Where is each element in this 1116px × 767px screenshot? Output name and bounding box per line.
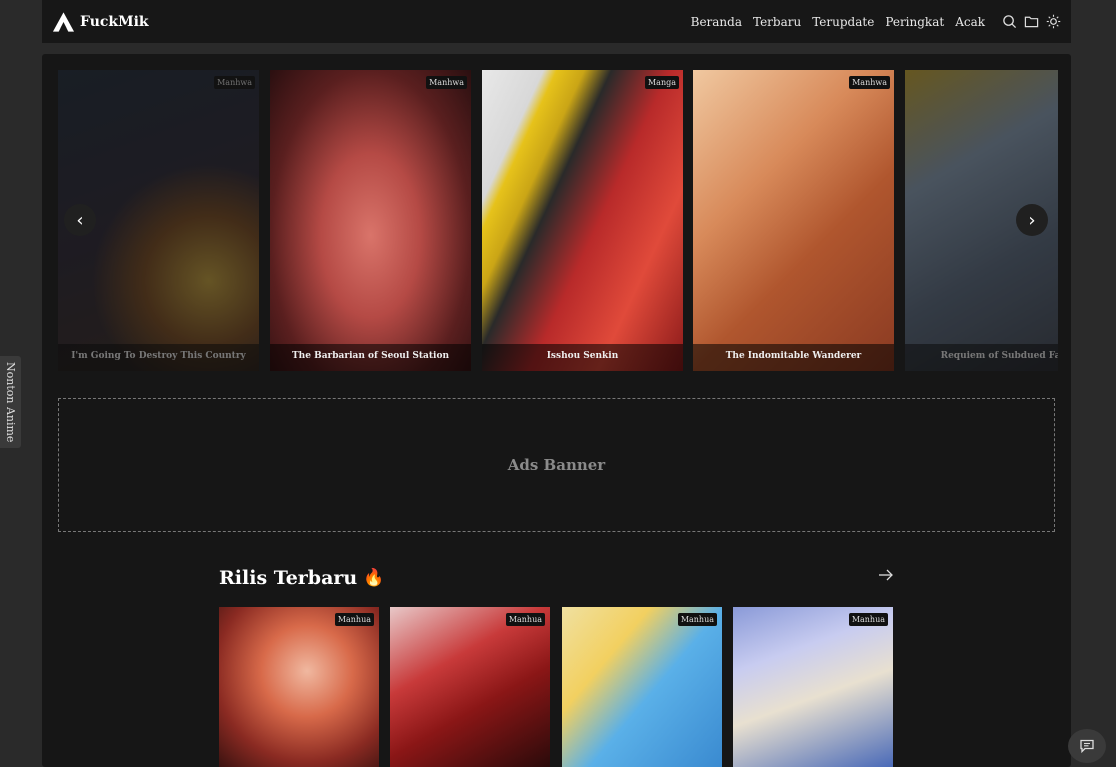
slide-title: I'm Going To Destroy This Country bbox=[58, 344, 259, 371]
folder-icon[interactable] bbox=[1024, 14, 1039, 29]
type-badge: Manhua bbox=[677, 613, 717, 626]
carousel-slide[interactable]: Manhwa The Barbarian of Seoul Station bbox=[270, 70, 471, 371]
type-badge: Manhwa bbox=[426, 76, 467, 89]
sun-icon[interactable] bbox=[1046, 14, 1061, 29]
nav-link-terbaru[interactable]: Terbaru bbox=[753, 15, 801, 29]
ads-banner-label: Ads Banner bbox=[507, 456, 606, 474]
slide-cover-image bbox=[270, 70, 471, 371]
nonton-anime-tab[interactable]: Nonton Anime bbox=[0, 356, 21, 448]
ads-banner: Ads Banner bbox=[58, 398, 1055, 532]
comic-card[interactable]: Manhua bbox=[219, 607, 379, 767]
nonton-anime-label: Nonton Anime bbox=[4, 361, 17, 443]
type-badge: Manhua bbox=[334, 613, 374, 626]
carousel-prev-button[interactable]: ‹ bbox=[64, 204, 96, 236]
chat-icon bbox=[1080, 739, 1094, 754]
nav-icon-group bbox=[1002, 14, 1061, 29]
type-badge: Manhwa bbox=[849, 76, 890, 89]
type-badge: Manhua bbox=[505, 613, 545, 626]
nav-link-peringkat[interactable]: Peringkat bbox=[885, 15, 944, 29]
section-title-latest: Rilis Terbaru 🔥 bbox=[219, 567, 384, 589]
nav-link-beranda[interactable]: Beranda bbox=[691, 15, 742, 29]
type-badge: Manga bbox=[644, 76, 679, 89]
main-nav: Beranda Terbaru Terupdate Peringkat Acak bbox=[691, 14, 1061, 29]
section-title-text: Rilis Terbaru bbox=[219, 567, 358, 589]
top-navbar: FuckMik Beranda Terbaru Terupdate Pering… bbox=[42, 0, 1071, 43]
comic-cover-image bbox=[733, 607, 893, 767]
brand-name: FuckMik bbox=[80, 13, 149, 30]
slide-cover-image bbox=[693, 70, 894, 371]
nav-link-acak[interactable]: Acak bbox=[955, 15, 985, 29]
nav-link-terupdate[interactable]: Terupdate bbox=[812, 15, 874, 29]
comic-card[interactable]: Manhua bbox=[562, 607, 722, 767]
arrow-right-icon[interactable] bbox=[877, 566, 895, 584]
carousel-next-button[interactable]: › bbox=[1016, 204, 1048, 236]
slide-title: Requiem of Subdued Fate bbox=[905, 344, 1058, 371]
comic-cover-image bbox=[562, 607, 722, 767]
slide-title: The Indomitable Wanderer bbox=[693, 344, 894, 371]
slide-title: The Barbarian of Seoul Station bbox=[270, 344, 471, 371]
brand-logo-icon bbox=[52, 11, 75, 32]
fire-icon: 🔥 bbox=[363, 568, 385, 588]
comic-cover-image bbox=[219, 607, 379, 767]
slide-cover-image bbox=[482, 70, 683, 371]
carousel-slide[interactable]: Manhwa The Indomitable Wanderer bbox=[693, 70, 894, 371]
search-icon[interactable] bbox=[1002, 14, 1017, 29]
comic-card[interactable]: Manhua bbox=[733, 607, 893, 767]
comic-card[interactable]: Manhua bbox=[390, 607, 550, 767]
type-badge: Manhua bbox=[848, 613, 888, 626]
chat-button[interactable] bbox=[1068, 729, 1106, 763]
brand-logo[interactable]: FuckMik bbox=[52, 11, 149, 33]
carousel-slide[interactable]: Manga Isshou Senkin bbox=[482, 70, 683, 371]
type-badge: Manhwa bbox=[214, 76, 255, 89]
comic-cover-image bbox=[390, 607, 550, 767]
slide-title: Isshou Senkin bbox=[482, 344, 683, 371]
featured-carousel: Manhwa I'm Going To Destroy This Country… bbox=[58, 70, 1058, 371]
